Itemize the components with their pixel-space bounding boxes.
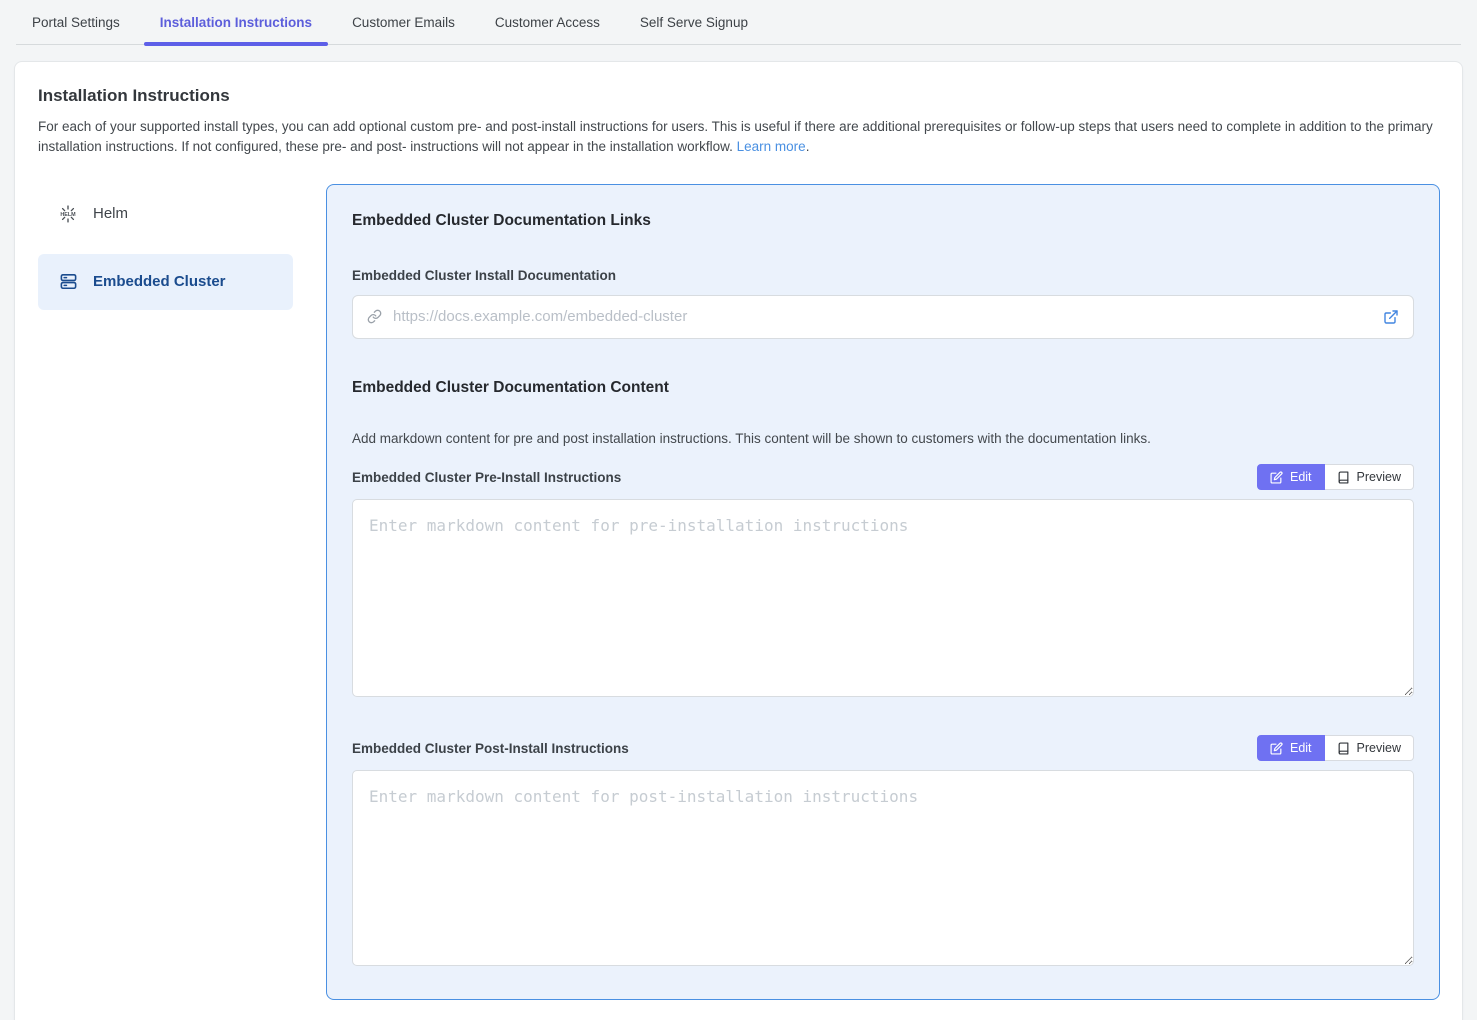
link-icon — [367, 309, 382, 324]
pre-install-label-row: Embedded Cluster Pre-Install Instruction… — [352, 464, 1414, 491]
embedded-cluster-panel: Embedded Cluster Documentation Links Emb… — [326, 184, 1440, 1000]
install-documentation-url-input[interactable] — [393, 308, 1372, 325]
preview-button-label: Preview — [1357, 741, 1401, 755]
learn-more-link[interactable]: Learn more — [737, 139, 806, 154]
open-external-link-button[interactable] — [1383, 309, 1399, 325]
documentation-links-title: Embedded Cluster Documentation Links — [352, 212, 1414, 230]
pre-install-label: Embedded Cluster Pre-Install Instruction… — [352, 470, 621, 485]
sidebar-item-label: Embedded Cluster — [93, 273, 226, 290]
pre-install-edit-button[interactable]: Edit — [1257, 464, 1325, 490]
post-install-label-row: Embedded Cluster Post-Install Instructio… — [352, 735, 1414, 762]
install-documentation-label: Embedded Cluster Install Documentation — [352, 268, 1414, 283]
post-install-edit-button[interactable]: Edit — [1257, 735, 1325, 761]
documentation-content-description: Add markdown content for pre and post in… — [352, 431, 1414, 446]
tab-installation-instructions[interactable]: Installation Instructions — [144, 0, 328, 44]
server-stack-icon — [58, 272, 78, 292]
book-icon — [1337, 471, 1350, 484]
edit-pencil-icon — [1270, 471, 1283, 484]
sidebar-item-helm[interactable]: HELM Helm — [38, 186, 293, 242]
content-row: HELM Helm Embedded Cluster Embedd — [38, 184, 1440, 1000]
svg-text:HELM: HELM — [60, 212, 76, 218]
edit-pencil-icon — [1270, 742, 1283, 755]
post-install-label: Embedded Cluster Post-Install Instructio… — [352, 741, 629, 756]
pre-install-preview-button[interactable]: Preview — [1325, 464, 1414, 490]
edit-button-label: Edit — [1290, 741, 1312, 755]
installation-instructions-card: Installation Instructions For each of yo… — [14, 61, 1463, 1020]
sidebar-item-label: Helm — [93, 205, 128, 222]
book-icon — [1337, 742, 1350, 755]
tab-portal-settings[interactable]: Portal Settings — [16, 0, 136, 44]
documentation-content-title: Embedded Cluster Documentation Content — [352, 379, 1414, 397]
helm-icon: HELM — [58, 204, 78, 224]
pre-install-mode-toggle: Edit Preview — [1257, 464, 1414, 490]
post-install-preview-button[interactable]: Preview — [1325, 735, 1414, 761]
page-title: Installation Instructions — [38, 86, 1440, 106]
tab-self-serve-signup[interactable]: Self Serve Signup — [624, 0, 764, 44]
tab-customer-access[interactable]: Customer Access — [479, 0, 616, 44]
sidebar-item-embedded-cluster[interactable]: Embedded Cluster — [38, 254, 293, 310]
tabs-row: Portal Settings Installation Instruction… — [16, 0, 1461, 45]
page-description: For each of your supported install types… — [38, 117, 1440, 158]
post-install-instructions-textarea[interactable] — [352, 770, 1414, 966]
tab-customer-emails[interactable]: Customer Emails — [336, 0, 471, 44]
post-install-mode-toggle: Edit Preview — [1257, 735, 1414, 761]
edit-button-label: Edit — [1290, 470, 1312, 484]
learn-more-period: . — [806, 139, 810, 154]
install-type-nav: HELM Helm Embedded Cluster — [38, 184, 293, 322]
page-description-text: For each of your supported install types… — [38, 119, 1433, 154]
install-documentation-url-field — [352, 295, 1414, 339]
preview-button-label: Preview — [1357, 470, 1401, 484]
pre-install-instructions-textarea[interactable] — [352, 499, 1414, 697]
external-link-icon — [1383, 309, 1399, 325]
tab-bar: Portal Settings Installation Instruction… — [0, 0, 1477, 45]
